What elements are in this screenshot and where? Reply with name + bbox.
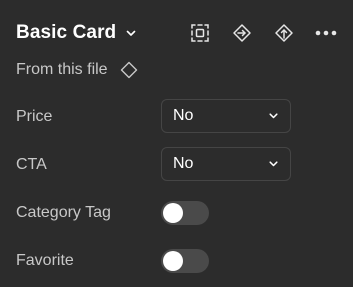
push-changes-icon[interactable] (273, 22, 295, 44)
property-label-cta: CTA (16, 156, 47, 173)
select-variant-icon[interactable] (189, 22, 211, 44)
cta-select-value: No (173, 155, 194, 172)
property-favorite: Favorite (16, 243, 293, 279)
chevron-down-icon (268, 159, 278, 169)
component-diamond-icon (119, 60, 139, 80)
toggle-knob (163, 251, 183, 271)
header-actions (189, 20, 337, 46)
component-title-dropdown[interactable]: Basic Card (16, 22, 136, 44)
price-select[interactable]: No (161, 99, 291, 133)
component-source: From this file (16, 59, 139, 81)
category-tag-toggle[interactable] (161, 201, 209, 225)
component-title: Basic Card (16, 22, 117, 43)
chevron-down-icon (268, 111, 278, 121)
property-category-tag: Category Tag (16, 195, 293, 231)
cta-select[interactable]: No (161, 147, 291, 181)
more-icon[interactable] (315, 22, 337, 44)
property-label-favorite: Favorite (16, 252, 74, 269)
property-price: Price No (16, 99, 293, 135)
toggle-knob (163, 203, 183, 223)
price-select-value: No (173, 107, 194, 124)
property-label-price: Price (16, 108, 53, 125)
component-properties-panel: Basic Card From this file Price No CTA N… (0, 0, 353, 287)
property-cta: CTA No (16, 147, 293, 183)
chevron-down-icon (126, 28, 136, 38)
property-label-category-tag: Category Tag (16, 204, 111, 221)
go-to-main-component-icon[interactable] (231, 22, 253, 44)
source-label: From this file (16, 61, 108, 78)
panel-header: Basic Card (16, 20, 337, 46)
favorite-toggle[interactable] (161, 249, 209, 273)
